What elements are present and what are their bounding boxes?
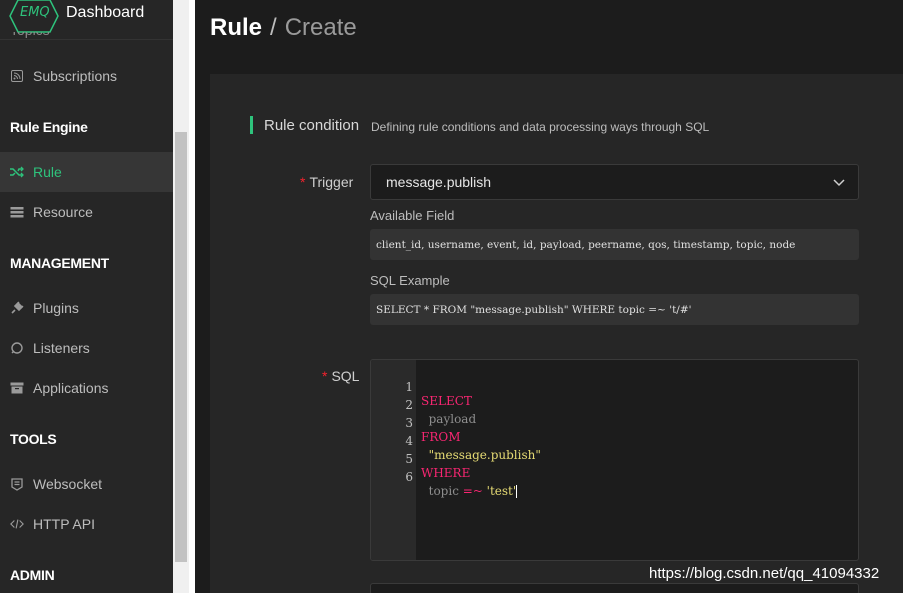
box-icon [10, 381, 24, 395]
shuffle-icon [10, 165, 24, 179]
trigger-select[interactable]: message.publish [370, 164, 859, 200]
sidebar-item-listeners[interactable]: Listeners [0, 328, 173, 368]
sql-field: topic [421, 484, 463, 498]
app-title[interactable]: Dashboard [66, 4, 144, 22]
breadcrumb-separator: / [270, 14, 277, 41]
sql-keyword: FROM [421, 430, 461, 444]
code-line: 1 SELECT [371, 366, 472, 408]
trigger-select-value: message.publish [386, 174, 492, 190]
sidebar-item-label: HTTP API [33, 516, 95, 532]
sidebar-item-applications[interactable]: Applications [0, 368, 173, 408]
text-cursor [516, 485, 518, 498]
websocket-icon [10, 477, 24, 491]
sidebar-scrollbar-thumb[interactable] [175, 132, 187, 562]
server-icon [10, 205, 24, 219]
sidebar-item-label: Rule [33, 164, 62, 180]
chevron-down-icon [833, 179, 845, 187]
code-line: 3 FROM [371, 402, 460, 444]
trigger-label: * Trigger [300, 174, 354, 190]
sidebar-item-label: Websocket [33, 476, 102, 492]
sidebar: EMQ Dashboard Topics Subscriptions Rule … [0, 0, 173, 593]
sql-string: "message.publish" [428, 448, 541, 462]
sidebar-item-rule[interactable]: Rule [0, 152, 173, 192]
plug-icon [10, 301, 24, 315]
sidebar-item-plugins[interactable]: Plugins [0, 288, 173, 328]
sidebar-item-websocket[interactable]: Websocket [0, 464, 173, 504]
sql-example-label: SQL Example [370, 273, 450, 288]
breadcrumb-rule[interactable]: Rule [210, 14, 262, 41]
sql-string: 'test' [482, 484, 517, 498]
sidebar-item-label: Resource [33, 204, 93, 220]
section-accent-bar [250, 116, 253, 134]
logo-text: EMQ [20, 5, 50, 20]
code-line: 6 topic =~ 'test' [371, 456, 518, 498]
section-tools: TOOLS [10, 431, 57, 447]
section-title: Rule condition [264, 117, 360, 134]
required-mark: * [322, 368, 328, 384]
sql-editor[interactable]: 1 SELECT 2 payload 3 FROM 4 "message.pub… [370, 359, 859, 561]
sql-keyword: WHERE [421, 466, 471, 480]
rss-icon [10, 69, 24, 83]
sidebar-item-label: Listeners [33, 340, 90, 356]
sql-operator: =~ [462, 484, 483, 498]
sidebar-item-resource[interactable]: Resource [0, 192, 173, 232]
sidebar-item-http-api[interactable]: HTTP API [0, 504, 173, 544]
next-field[interactable] [370, 583, 859, 593]
sql-example-value: SELECT * FROM "message.publish" WHERE to… [370, 294, 859, 325]
section-rule-engine: Rule Engine [10, 119, 88, 135]
sql-keyword: SELECT [421, 394, 472, 408]
sidebar-item-label: Subscriptions [33, 68, 118, 84]
code-line: 4 "message.publish" [371, 420, 541, 462]
sql-label: * SQL [322, 368, 360, 384]
sql-field: payload [421, 412, 477, 426]
breadcrumb-create: Create [284, 14, 357, 41]
main-content: Rule / Create Rule condition Defining rule… [195, 0, 903, 593]
sidebar-item-label: Applications [33, 380, 109, 396]
line-number: 6 [405, 470, 413, 484]
breadcrumb: Rule / Create [210, 14, 357, 42]
code-line: 2 payload [371, 384, 476, 426]
section-management: MANAGEMENT [10, 255, 109, 271]
available-field-label: Available Field [370, 208, 455, 223]
sidebar-item-label: Plugins [33, 300, 79, 316]
sidebar-item-subscriptions[interactable]: Subscriptions [0, 56, 173, 96]
circle-icon [10, 341, 24, 355]
code-icon [10, 517, 24, 531]
watermark: https://blog.csdn.net/qq_41094332 [649, 565, 880, 582]
section-description: Defining rule conditions and data proces… [371, 120, 710, 134]
available-field-value: client_id, username, event, id, payload,… [370, 229, 859, 260]
section-admin: ADMIN [10, 567, 55, 583]
required-mark: * [300, 174, 306, 190]
code-line: 5 WHERE [371, 438, 470, 480]
